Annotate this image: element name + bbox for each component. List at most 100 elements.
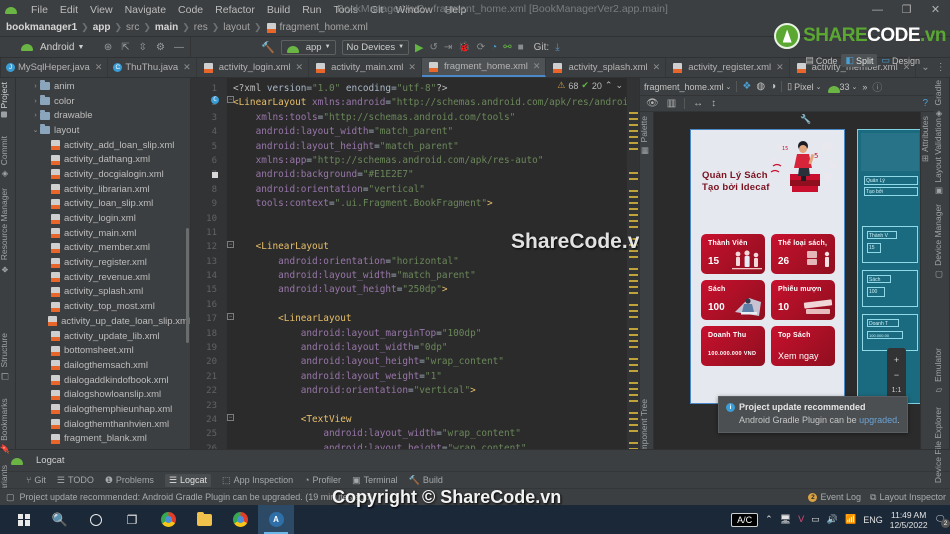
chevron-icon[interactable]: ›: [31, 112, 40, 119]
settings-icon[interactable]: ⊛: [104, 42, 112, 53]
api-level-selector[interactable]: 33 ⌄: [827, 82, 857, 93]
code-line[interactable]: android:background="#E1E2E7": [227, 168, 639, 182]
close-icon[interactable]: ✕: [533, 61, 541, 72]
breadcrumb-file[interactable]: fragment_home.xml: [279, 22, 367, 33]
project-view-selector[interactable]: Android ▼: [20, 41, 84, 53]
code-line[interactable]: android:layout_height="wrap_content": [227, 355, 639, 369]
tree-file[interactable]: dialogthemthanhvien.xml: [16, 417, 190, 432]
code-editor[interactable]: 1234567891011121314151617181920212223242…: [191, 78, 639, 449]
error-stripe-mark[interactable]: [629, 382, 638, 384]
error-stripe-mark[interactable]: [629, 130, 638, 132]
tree-file[interactable]: activity_update_lib.xml: [16, 329, 190, 344]
error-stripe-mark[interactable]: [629, 346, 638, 348]
error-stripe-mark[interactable]: [629, 286, 638, 288]
design-file-selector[interactable]: fragment_home.xml ⌄: [644, 82, 731, 92]
error-stripe-mark[interactable]: [629, 310, 638, 312]
tool-button-resource-manager[interactable]: ❖ Resource Manager: [0, 186, 9, 275]
chevron-icon[interactable]: ⌄: [31, 126, 40, 134]
tool-window-build[interactable]: 🔨 Build: [409, 475, 443, 486]
tree-file[interactable]: activity_member.xml: [16, 241, 190, 256]
fold-icon[interactable]: −: [227, 313, 234, 320]
error-stripe-mark[interactable]: [629, 280, 638, 282]
event-log-button[interactable]: 2 Event Log: [808, 492, 861, 502]
profile-icon[interactable]: ◔: [491, 42, 497, 53]
tab-fragment-home[interactable]: fragment_home.xml ✕: [421, 58, 547, 77]
tree-file[interactable]: activity_dathang.xml: [16, 152, 190, 167]
gear-icon[interactable]: ⚙: [156, 42, 165, 53]
more-icon[interactable]: »: [862, 82, 867, 92]
error-stripe-mark[interactable]: [629, 136, 638, 138]
tool-button-palette[interactable]: ▦ Palette: [640, 114, 649, 157]
error-stripe-mark[interactable]: [629, 292, 638, 294]
menu-item-refactor[interactable]: Refactor: [209, 3, 261, 17]
tool-button-emulator[interactable]: ▱ Emulator: [933, 346, 943, 397]
tool-window-terminal[interactable]: ▣ Terminal: [352, 475, 398, 486]
error-stripe-mark[interactable]: [629, 112, 638, 114]
mode-button-code[interactable]: ▤ Code: [801, 54, 841, 67]
device-selector[interactable]: No Devices ▼: [341, 39, 410, 55]
design-config-wrench-icon[interactable]: 🔧: [800, 114, 811, 125]
fold-icon[interactable]: −: [227, 96, 234, 103]
prev-problem-icon[interactable]: ⌃: [605, 80, 613, 91]
error-stripe-mark[interactable]: [629, 178, 638, 180]
tab-mysqlheper[interactable]: J MySqlHeper.java ✕: [1, 58, 109, 77]
code-line[interactable]: [227, 212, 639, 226]
error-stripe-mark[interactable]: [629, 256, 638, 258]
tree-folder[interactable]: › anim: [16, 79, 190, 94]
tab-activity-splash[interactable]: activity_splash.xml ✕: [546, 58, 667, 77]
upgrade-link[interactable]: upgraded: [859, 415, 897, 425]
menu-item-run[interactable]: Run: [296, 3, 327, 17]
tree-file[interactable]: dailogthemsach.xml: [16, 358, 190, 373]
volume-icon[interactable]: 🔊: [827, 514, 838, 525]
help-icon[interactable]: ?: [922, 98, 928, 109]
tree-file[interactable]: dialogthemphieunhap.xml: [16, 402, 190, 417]
breadcrumb-layout[interactable]: layout: [223, 22, 250, 33]
code-line[interactable]: android:layout_width="match_parent": [227, 269, 639, 283]
tool-window-todo[interactable]: ☰ TODO: [57, 475, 94, 486]
code-content[interactable]: <?xml version="1.0" encoding="utf-8"?> <L…: [227, 78, 639, 449]
code-line[interactable]: android:layout_width="wrap_content": [227, 427, 639, 441]
notification-center-icon[interactable]: 🗨 2: [935, 514, 950, 528]
menu-item-build[interactable]: Build: [261, 3, 296, 17]
preview-card-books[interactable]: Sách 100: [701, 280, 765, 320]
blueprint-toggle-icon[interactable]: ◍: [756, 81, 765, 92]
tab-thuthu[interactable]: C ThuThu.java ✕: [108, 58, 197, 77]
error-stripe-mark[interactable]: [629, 400, 638, 402]
grid-view-icon[interactable]: ▥: [667, 98, 676, 109]
attach-debugger-icon[interactable]: ⚯: [503, 42, 511, 53]
cortana-icon[interactable]: [78, 505, 114, 534]
code-line[interactable]: <LinearLayout xmlns:android="http://sche…: [227, 96, 639, 110]
tool-window-git[interactable]: ⑂ Git: [26, 475, 46, 485]
tool-button-layout-validation[interactable]: ▣ Layout Validation: [933, 116, 943, 198]
code-line[interactable]: <TextView: [227, 413, 639, 427]
info-icon[interactable]: ⓘ: [872, 79, 882, 94]
error-stripe-mark[interactable]: [629, 394, 638, 396]
error-stripe-mark[interactable]: [629, 430, 638, 432]
menu-item-navigate[interactable]: Navigate: [119, 3, 172, 17]
layout-inspector-button[interactable]: ⧉ Layout Inspector: [870, 492, 946, 503]
maximize-button[interactable]: ❐: [892, 3, 921, 16]
language-indicator[interactable]: ENG: [863, 515, 883, 525]
error-stripe-mark[interactable]: [629, 364, 638, 366]
rerun-icon[interactable]: ↺: [430, 42, 438, 53]
close-icon[interactable]: ✕: [653, 62, 661, 73]
layout-preview-render[interactable]: 5 15 Quản Lý Sách Tạo bởi Idecaf Thành V…: [690, 129, 845, 404]
color-blind-icon[interactable]: ◑: [770, 81, 776, 92]
error-stripe-mark[interactable]: [629, 328, 638, 330]
code-line[interactable]: [227, 298, 639, 312]
tool-button-device-manager[interactable]: ▢ Device Manager: [933, 202, 943, 281]
file-explorer-icon[interactable]: [186, 505, 222, 534]
tree-scrollbar[interactable]: [186, 228, 189, 343]
menu-item-file[interactable]: File: [25, 3, 54, 17]
code-line[interactable]: tools:context=".ui.Fragment.BookFragment…: [227, 197, 639, 211]
code-line[interactable]: android:layout_width="match_parent": [227, 125, 639, 139]
more-options-icon[interactable]: ⋮: [936, 62, 946, 73]
tree-file[interactable]: dialogaddkindofbook.xml: [16, 373, 190, 388]
breadcrumb-project[interactable]: bookmanager1: [6, 22, 77, 33]
tree-file[interactable]: dialogshowloanslip.xml: [16, 387, 190, 402]
menu-item-code[interactable]: Code: [172, 3, 209, 17]
close-icon[interactable]: ✕: [95, 62, 103, 73]
notification-popup[interactable]: i Project update recommended Android Gra…: [718, 396, 908, 433]
tool-window-logcat[interactable]: ☰ Logcat: [164, 473, 212, 487]
code-line[interactable]: android:orientation="vertical">: [227, 384, 639, 398]
